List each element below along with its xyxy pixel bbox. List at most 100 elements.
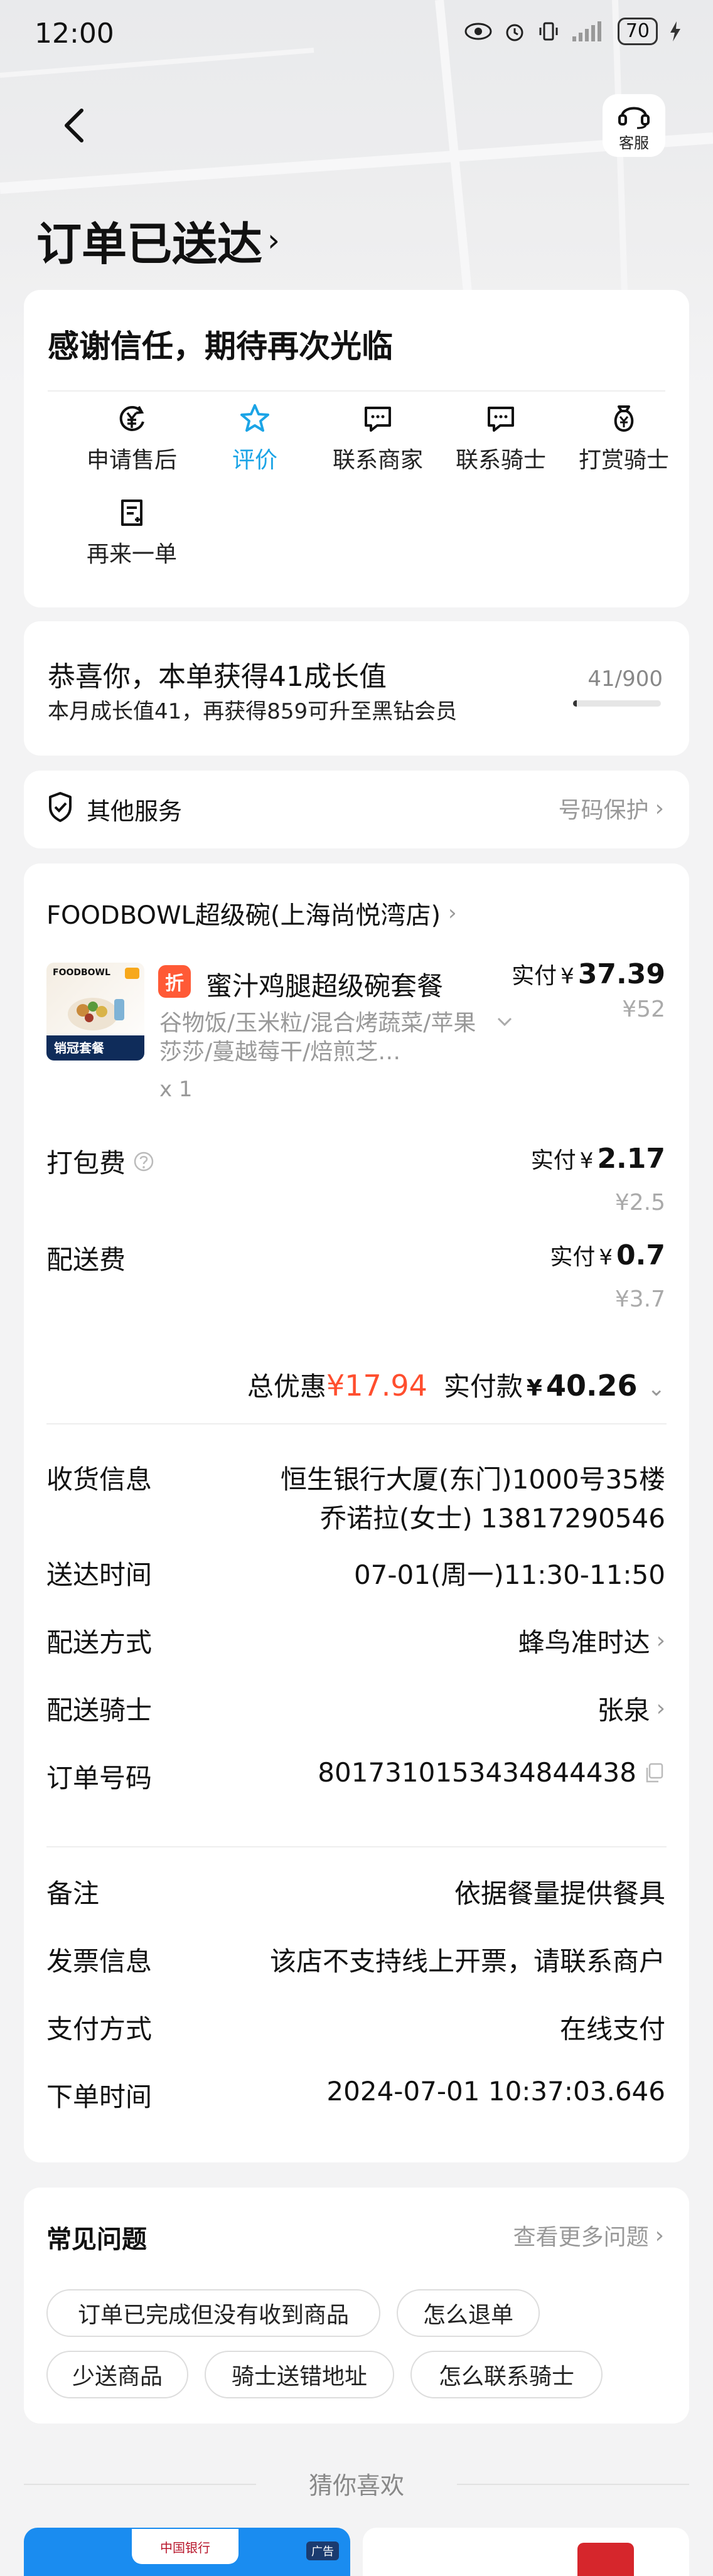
growth-card[interactable]: 恭喜你，本单获得41成长值 本月成长值41，再获得859可升至黑钻会员 41/9… xyxy=(24,621,689,756)
invoice-value: 该店不支持线上开票，请联系商户 xyxy=(269,1946,665,1977)
order-status-title[interactable]: 订单已送达 › xyxy=(36,207,280,273)
original-price: ¥52 xyxy=(622,997,665,1022)
back-button[interactable] xyxy=(55,100,93,151)
review-button[interactable]: 评价 xyxy=(193,397,316,474)
order-number-row: 8017310153434844438 xyxy=(318,1757,665,1788)
rider-label: 配送骑士 xyxy=(46,1695,153,1726)
paid-label: 实付款 xyxy=(443,1371,523,1402)
product-image[interactable]: FOODBOWL 销冠套餐 xyxy=(46,963,144,1061)
other-services-row[interactable]: 其他服务 号码保护 › xyxy=(24,771,689,848)
alarm-icon xyxy=(506,24,523,41)
address-label: 收货信息 xyxy=(46,1464,153,1495)
delivery-fee-original: ¥3.7 xyxy=(614,1286,665,1312)
paid-value: 40.26 xyxy=(545,1369,638,1403)
back-arrow-icon xyxy=(65,109,83,142)
delivery-fee-label: 配送费 xyxy=(46,1239,126,1277)
currency-symbol: ¥ xyxy=(599,1245,613,1270)
growth-progress-bar xyxy=(573,700,661,707)
chat-icon xyxy=(488,407,514,432)
star-icon xyxy=(240,404,269,432)
action-label: 再来一单 xyxy=(86,542,177,567)
chevron-right-icon: › xyxy=(448,901,457,926)
faq-chip[interactable]: 少送商品 xyxy=(46,2351,188,2398)
faq-chip[interactable]: 怎么退单 xyxy=(397,2289,540,2337)
reorder-doc-icon xyxy=(121,500,142,526)
currency-symbol: ¥ xyxy=(560,964,574,989)
address-line2: 乔诺拉(女士) 13817290546 xyxy=(319,1503,665,1534)
ad-brand-logo: 中国银行 xyxy=(132,2529,239,2564)
divider xyxy=(46,1423,667,1424)
apply-after-sale-button[interactable]: 申请售后 xyxy=(70,397,193,474)
pay-label: 实付 xyxy=(512,963,557,989)
action-label: 评价 xyxy=(232,447,277,473)
payment-method-value: 在线支付 xyxy=(559,2014,665,2044)
vibrate-icon xyxy=(539,22,558,41)
product-image-ribbon: 销冠套餐 xyxy=(46,1035,144,1061)
contact-rider-button[interactable]: 联系骑士 xyxy=(439,397,562,474)
reorder-button[interactable]: 再来一单 xyxy=(70,491,193,569)
chevron-right-icon: › xyxy=(267,222,281,259)
order-number-value: 8017310153434844438 xyxy=(318,1757,636,1788)
chevron-down-icon[interactable] xyxy=(492,1009,517,1034)
chevron-right-icon: › xyxy=(655,2222,664,2248)
store-name: FOODBOWL超级碗(上海尚悦湾店) xyxy=(46,901,441,930)
note-label: 备注 xyxy=(46,1878,100,1909)
number-protection-label: 号码保护 xyxy=(558,798,649,823)
product-name: 蜜汁鸡腿超级碗套餐 xyxy=(206,971,444,1002)
growth-count: 41/900 xyxy=(587,666,663,692)
invoice-label: 发票信息 xyxy=(46,1946,153,1977)
help-circle-icon[interactable] xyxy=(133,1151,154,1172)
faq-chip[interactable]: 订单已完成但没有收到商品 xyxy=(46,2289,380,2337)
other-services-label: 其他服务 xyxy=(87,798,183,825)
signal-icon xyxy=(572,21,601,41)
tip-rider-button[interactable]: 打赏骑士 xyxy=(562,397,685,474)
delivery-method-link[interactable]: 蜂鸟准时达 › xyxy=(518,1622,665,1660)
delivery-method-label: 配送方式 xyxy=(46,1627,153,1658)
battery-indicator: 70 xyxy=(617,18,658,45)
contact-merchant-button[interactable]: 联系商家 xyxy=(316,397,439,474)
copy-icon[interactable] xyxy=(643,1761,665,1784)
order-time-value: 2024-07-01 10:37:03.646 xyxy=(326,2076,665,2107)
chevron-right-icon: › xyxy=(655,795,664,821)
action-label: 联系商家 xyxy=(332,447,423,473)
faq-more-link[interactable]: 查看更多问题 › xyxy=(513,2219,664,2252)
note-value: 依据餐量提供餐具 xyxy=(454,1878,665,1909)
pay-amount: 0.7 xyxy=(616,1239,665,1271)
pay-amount: 2.17 xyxy=(597,1143,665,1175)
ad-brand-text: 中国银行 xyxy=(160,2540,210,2555)
discount-badge: 折 xyxy=(158,965,191,998)
number-protection[interactable]: 号码保护 › xyxy=(559,792,664,825)
growth-subtitle: 本月成长值41，再获得859可升至黑钻会员 xyxy=(48,699,458,724)
total-discount-value: ¥17.94 xyxy=(326,1369,427,1403)
address-line1: 恒生银行大厦(东门)1000号35楼 xyxy=(280,1464,665,1495)
delivery-time-label: 送达时间 xyxy=(46,1559,153,1590)
chevron-right-icon: › xyxy=(656,1696,665,1721)
reward-bag-icon xyxy=(614,405,634,432)
packing-fee-text: 打包费 xyxy=(46,1148,126,1178)
delivery-time-value: 07-01(周一)11:30-11:50 xyxy=(353,1559,665,1590)
rider-link[interactable]: 张泉 › xyxy=(598,1689,665,1728)
status-icons: 70 xyxy=(464,18,682,45)
faq-title: 常见问题 xyxy=(46,2225,147,2254)
packing-fee-label: 打包费 xyxy=(46,1142,154,1180)
faq-chip[interactable]: 骑士送错地址 xyxy=(205,2351,394,2398)
growth-title: 恭喜你，本单获得41成长值 xyxy=(48,661,387,693)
eye-icon xyxy=(464,23,492,40)
yuan-refund-icon xyxy=(119,405,144,431)
thanks-title: 感谢信任，期待再次光临 xyxy=(48,328,393,365)
charging-icon xyxy=(670,21,680,41)
customer-service-button[interactable]: 客服 xyxy=(603,94,665,157)
pay-label: 实付 xyxy=(550,1244,596,1270)
recommend-card[interactable] xyxy=(363,2528,689,2576)
order-status-text: 订单已送达 xyxy=(36,218,263,270)
faq-chip[interactable]: 怎么联系骑士 xyxy=(410,2351,603,2398)
divider xyxy=(46,1846,667,1847)
action-label: 申请售后 xyxy=(86,447,177,473)
pay-label: 实付 xyxy=(530,1148,576,1173)
order-number-label: 订单号码 xyxy=(46,1763,153,1793)
store-name-link[interactable]: FOODBOWL超级碗(上海尚悦湾店) › xyxy=(46,895,457,931)
customer-service-label: 客服 xyxy=(619,134,649,152)
bowl-icon xyxy=(68,998,124,1030)
order-total[interactable]: 总优惠 ¥17.94 实付款 ¥ 40.26 ⌄ xyxy=(247,1365,665,1404)
faq-more-label: 查看更多问题 xyxy=(513,2225,649,2250)
